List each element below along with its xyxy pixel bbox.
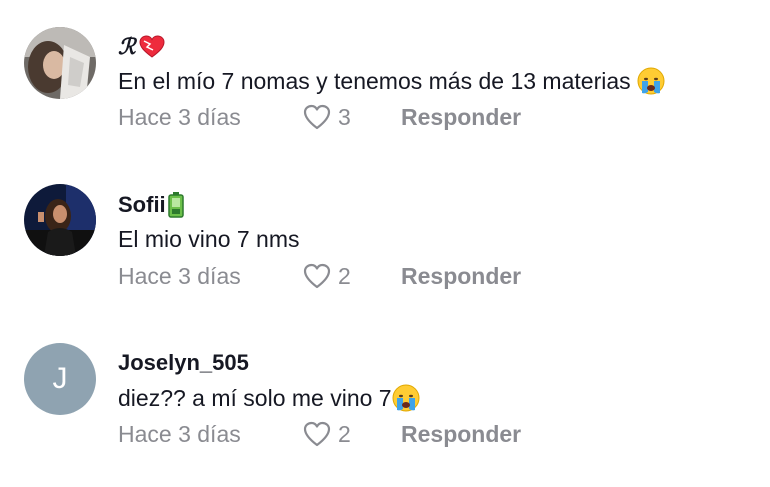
comment-text: En el mío 7 nomas y tenemos más de 13 ma… [118,67,665,95]
comment-text: diez?? a mí solo me vino 7 [118,384,420,412]
avatar[interactable]: J [24,343,96,415]
heart-outline-icon [302,420,332,448]
like-button[interactable]: 3 [302,102,351,132]
username[interactable]: Sofii [118,192,184,218]
heart-outline-icon [302,262,332,290]
username[interactable]: ℛ [118,34,166,60]
comment-text-content: diez?? a mí solo me vino 7 [118,385,392,411]
comment-text-content: En el mío 7 nomas y tenemos más de 13 ma… [118,68,631,94]
timestamp: Hace 3 días [118,263,241,289]
battery-low-icon [167,192,184,218]
like-button[interactable]: 2 [302,261,351,291]
avatar[interactable] [24,27,96,99]
avatar-letter: J [52,362,68,395]
like-button[interactable]: 2 [302,419,351,449]
comment-meta: Hace 3 días 3 Responder [118,102,718,132]
reply-button[interactable]: Responder [401,261,521,291]
username-text: ℛ [118,34,136,60]
timestamp: Hace 3 días [118,104,241,130]
username[interactable]: Joselyn_505 [118,350,249,376]
avatar[interactable] [24,184,96,256]
heart-icon [138,35,166,59]
username-text: Sofii [118,192,166,217]
timestamp: Hace 3 días [118,421,241,447]
like-count: 2 [338,262,351,289]
username-text: Joselyn_505 [118,350,249,375]
reply-button[interactable]: Responder [401,419,521,449]
comment-meta: Hace 3 días 2 Responder [118,261,718,291]
reply-button[interactable]: Responder [401,102,521,132]
like-count: 2 [338,420,351,447]
crying-face-icon [637,67,665,95]
crying-face-icon [392,384,420,412]
comment-text: El mio vino 7 nms [118,225,300,253]
heart-outline-icon [302,103,332,131]
comment-meta: Hace 3 días 2 Responder [118,419,718,449]
comment-text-content: El mio vino 7 nms [118,226,300,252]
like-count: 3 [338,103,351,130]
